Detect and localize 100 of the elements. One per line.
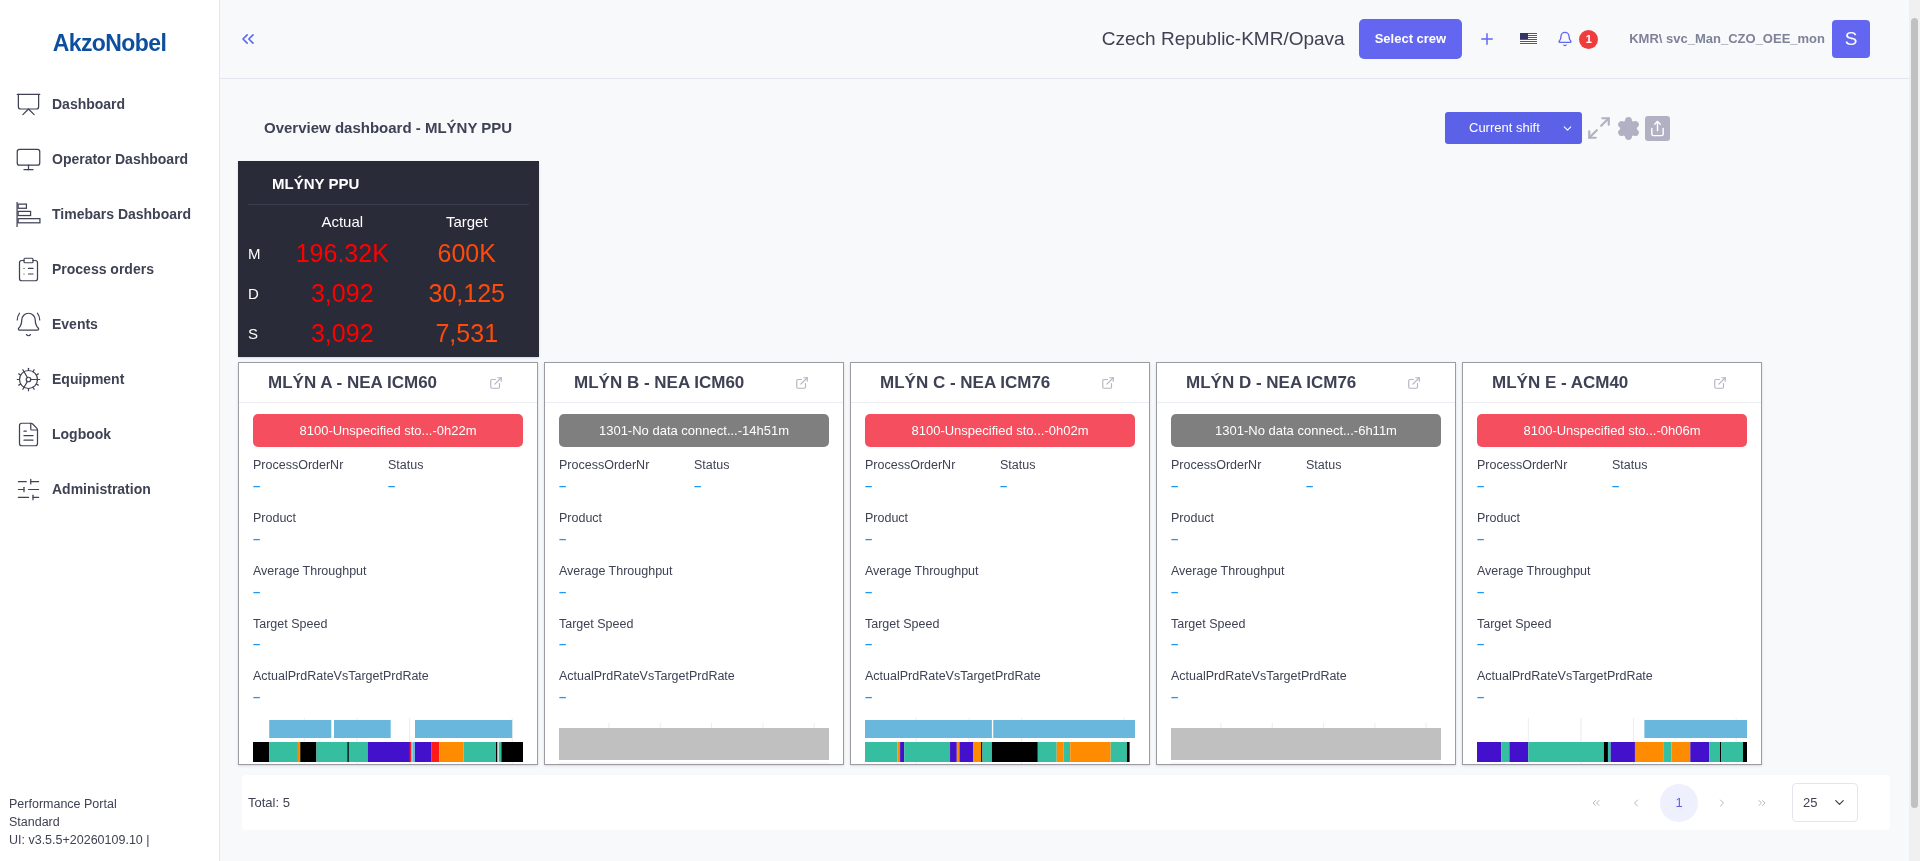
field-label: Status	[1000, 457, 1037, 475]
actual-value: 3,092	[309, 318, 375, 350]
sidebar-item[interactable]: Equipment	[15, 361, 219, 397]
field-label: ActualPrdRateVsTargetPrdRate	[1477, 668, 1654, 686]
field-label: Average Throughput	[865, 562, 980, 580]
site-title: Czech Republic-KMR/Opava	[1101, 26, 1345, 51]
field-value: –	[865, 582, 874, 601]
bars-icon	[15, 200, 42, 228]
field-value: –	[559, 688, 568, 706]
user-name: KMR\ svc_Man_CZO_OEE_mon	[1629, 30, 1825, 49]
notification-icon[interactable]	[1557, 31, 1574, 47]
field-value: –	[1306, 477, 1315, 495]
field-value: –	[253, 635, 262, 654]
field-value: –	[1000, 477, 1009, 495]
sidebar-item[interactable]: Events	[15, 306, 219, 342]
tile-title: MLÝNY PPU	[248, 173, 529, 205]
field-value: –	[253, 582, 262, 601]
settings-icon[interactable]	[1616, 115, 1641, 141]
field-value: –	[388, 477, 397, 495]
field-label: ActualPrdRateVsTargetPrdRate	[1171, 668, 1348, 686]
field-value: –	[865, 529, 874, 548]
external-link-icon[interactable]	[489, 375, 503, 390]
row-label: D	[248, 283, 260, 304]
total-count: Total: 5	[248, 793, 290, 812]
field-value: –	[1171, 582, 1180, 601]
status-badge: 8100-Unspecified sto...-0h02m	[865, 414, 1135, 448]
field-label: ActualPrdRateVsTargetPrdRate	[865, 668, 1042, 686]
external-link-icon[interactable]	[1407, 375, 1421, 390]
field-value: –	[694, 477, 703, 495]
page-title: Overview dashboard - MLÝNY PPU	[264, 117, 513, 138]
page-size-select[interactable]: 25	[1792, 783, 1858, 822]
status-badge: 1301-No data connect...-14h51m	[559, 414, 829, 448]
field-value: –	[1477, 688, 1486, 706]
field-value: –	[865, 688, 874, 706]
field-label: Average Throughput	[253, 562, 368, 580]
field-value: –	[865, 477, 874, 495]
field-label: Target Speed	[253, 615, 329, 633]
user-avatar[interactable]: S	[1832, 20, 1870, 58]
notification-count: 1	[1579, 29, 1599, 49]
select-crew-button[interactable]: Select crew	[1358, 19, 1463, 59]
card-title: MLÝN E - ACM40	[1492, 371, 1629, 394]
field-label: ProcessOrderNr	[865, 457, 957, 475]
field-label: Average Throughput	[1171, 562, 1286, 580]
version-text: UI: v3.5.5+20260109.10 |	[9, 832, 151, 849]
field-label: Status	[1612, 457, 1649, 475]
field-label: ProcessOrderNr	[253, 457, 345, 475]
field-value: –	[1477, 582, 1486, 601]
field-value: –	[559, 477, 568, 495]
shift-bar	[269, 720, 332, 738]
flag-icon[interactable]	[1520, 33, 1538, 45]
field-value: –	[1171, 635, 1180, 654]
field-value: –	[253, 529, 262, 548]
target-value: 30,125	[427, 278, 506, 310]
field-value: –	[559, 529, 568, 548]
field-value: –	[1171, 477, 1180, 495]
external-link-icon[interactable]	[795, 375, 809, 390]
shift-dropdown[interactable]: Current shift	[1445, 112, 1582, 144]
field-value: –	[1477, 477, 1486, 495]
field-value: –	[1171, 688, 1180, 706]
actual-value: 196.32K	[294, 238, 390, 270]
external-link-icon[interactable]	[1101, 375, 1115, 390]
status-badge: 8100-Unspecified sto...-0h22m	[253, 414, 523, 448]
field-label: ActualPrdRateVsTargetPrdRate	[253, 668, 430, 686]
field-label: Product	[559, 510, 604, 527]
version-text: Performance Portal	[9, 796, 118, 813]
card-title: MLÝN A - NEA ICM60	[268, 371, 438, 394]
card-title: MLÝN C - NEA ICM76	[880, 371, 1051, 394]
field-label: Product	[865, 510, 910, 527]
field-label: Status	[694, 457, 731, 475]
field-label: Status	[1306, 457, 1343, 475]
sidebar-item[interactable]: Timebars Dashboard	[15, 196, 219, 232]
expand-icon[interactable]	[1586, 115, 1612, 141]
sidebar-item[interactable]: Process orders	[15, 251, 219, 287]
sidebar-item[interactable]: Administration	[15, 471, 219, 507]
field-value: –	[253, 688, 262, 706]
sidebar-item[interactable]: Operator Dashboard	[15, 141, 219, 177]
card-title: MLÝN D - NEA ICM76	[1186, 371, 1357, 394]
actual-value: 3,092	[309, 278, 375, 310]
target-value: 600K	[436, 238, 497, 270]
status-badge: 1301-No data connect...-6h11m	[1171, 414, 1441, 448]
field-label: Target Speed	[1477, 615, 1553, 633]
field-label: ProcessOrderNr	[1171, 457, 1263, 475]
scrollbar-thumb[interactable]	[1911, 18, 1918, 808]
sidebar-item[interactable]: Dashboard	[15, 86, 219, 122]
page-button[interactable]: 1	[1660, 783, 1698, 822]
field-label: Product	[1171, 510, 1216, 527]
share-icon[interactable]	[1645, 115, 1670, 141]
field-label: Target Speed	[865, 615, 941, 633]
column-header: Actual	[320, 211, 365, 232]
field-label: Product	[1477, 510, 1522, 527]
sidebar-item[interactable]: Logbook	[15, 416, 219, 452]
field-label: Product	[253, 510, 298, 527]
field-label: Average Throughput	[1477, 562, 1592, 580]
field-value: –	[559, 635, 568, 654]
field-value: –	[1612, 477, 1621, 495]
external-link-icon[interactable]	[1713, 375, 1727, 390]
field-value: –	[253, 477, 262, 495]
field-label: ProcessOrderNr	[1477, 457, 1569, 475]
version-text: Standard	[9, 814, 61, 831]
field-value: –	[865, 635, 874, 654]
